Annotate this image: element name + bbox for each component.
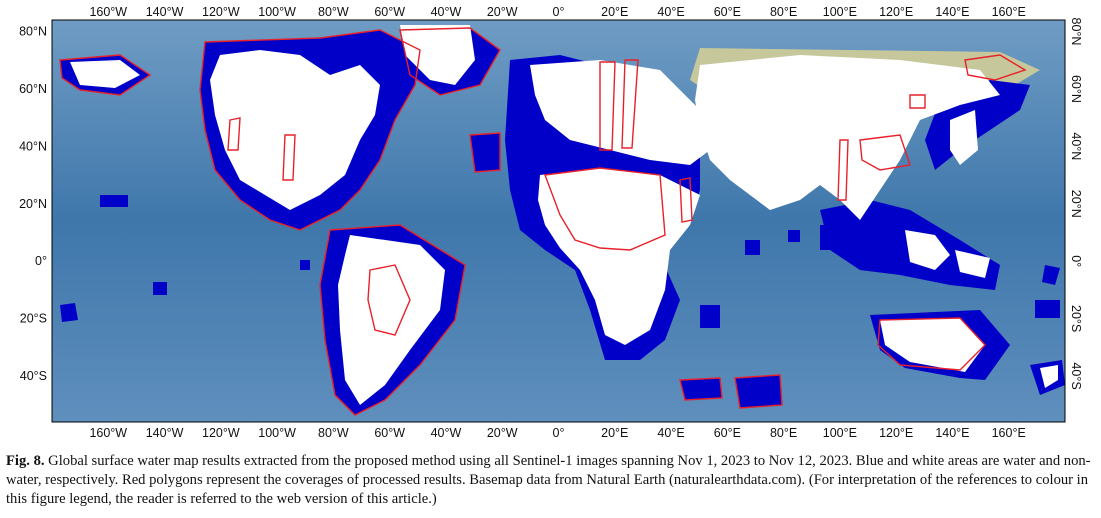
lon-tick-bottom-12: 80°E [770, 426, 797, 440]
lon-tick-bottom-11: 60°E [714, 426, 741, 440]
lat-tick-right-0: 80°N [1069, 18, 1083, 46]
lat-tick-right-2: 40°N [1069, 132, 1083, 160]
lon-tick-top-11: 60°E [714, 5, 741, 19]
lon-tick-top-7: 20°W [487, 5, 518, 19]
lon-tick-bottom-13: 100°E [823, 426, 857, 440]
lon-tick-top-5: 60°W [374, 5, 405, 19]
lat-tick-left-0: 80°N [19, 24, 47, 38]
lat-tick-left-4: 0° [35, 254, 47, 268]
lon-tick-top-8: 0° [553, 5, 565, 19]
lon-tick-bottom-7: 20°W [487, 426, 518, 440]
lat-tick-left-6: 40°S [20, 369, 47, 383]
lon-tick-bottom-10: 40°E [657, 426, 684, 440]
surface-water-map: 160°W 140°W 120°W 100°W 80°W 60°W 40°W 20°W 0° 20… [19, 5, 1083, 440]
lon-tick-bottom-5: 60°W [374, 426, 405, 440]
lon-tick-top-2: 120°W [202, 5, 240, 19]
figure-label: Fig. 8. [6, 453, 45, 469]
lon-tick-bottom-3: 100°W [258, 426, 296, 440]
lat-tick-left-3: 20°N [19, 197, 47, 211]
lat-ticks-right: 80°N 60°N 40°N 20°N 0° 20°S 40°S [1069, 18, 1083, 390]
lon-tick-bottom-14: 120°E [879, 426, 913, 440]
lon-ticks-bottom: 160°W 140°W 120°W 100°W 80°W 60°W 40°W 20°W 0° 20… [89, 426, 1025, 440]
lat-tick-right-3: 20°N [1069, 190, 1083, 218]
lon-tick-top-0: 160°W [89, 5, 127, 19]
lon-tick-top-10: 40°E [657, 5, 684, 19]
lon-tick-top-16: 160°E [992, 5, 1026, 19]
lon-tick-bottom-8: 0° [553, 426, 565, 440]
lon-tick-bottom-2: 120°W [202, 426, 240, 440]
lon-tick-top-12: 80°E [770, 5, 797, 19]
lon-tick-top-3: 100°W [258, 5, 296, 19]
lon-tick-top-4: 80°W [318, 5, 349, 19]
lon-tick-bottom-0: 160°W [89, 426, 127, 440]
lon-tick-bottom-6: 40°W [431, 426, 462, 440]
lon-tick-top-14: 120°E [879, 5, 913, 19]
lon-tick-bottom-9: 20°E [601, 426, 628, 440]
lon-tick-top-1: 140°W [146, 5, 184, 19]
lat-tick-right-6: 40°S [1069, 362, 1083, 389]
lat-tick-left-5: 20°S [20, 312, 47, 326]
lon-tick-top-6: 40°W [431, 5, 462, 19]
lon-tick-bottom-16: 160°E [992, 426, 1026, 440]
lon-tick-top-9: 20°E [601, 5, 628, 19]
lat-tick-left-1: 60°N [19, 82, 47, 96]
figure-caption: Fig. 8. Global surface water map results… [6, 452, 1096, 509]
lat-tick-right-4: 0° [1069, 255, 1083, 267]
figure-caption-text: Global surface water map results extract… [6, 453, 1091, 507]
lat-tick-left-2: 40°N [19, 139, 47, 153]
lon-tick-bottom-15: 140°E [935, 426, 969, 440]
lon-ticks-top: 160°W 140°W 120°W 100°W 80°W 60°W 40°W 20°W 0° 20… [89, 5, 1025, 19]
lat-ticks-left: 80°N 60°N 40°N 20°N 0° 20°S 40°S [19, 24, 47, 383]
lon-tick-top-15: 140°E [935, 5, 969, 19]
lon-tick-bottom-1: 140°W [146, 426, 184, 440]
lat-tick-right-5: 20°S [1069, 305, 1083, 332]
lon-tick-top-13: 100°E [823, 5, 857, 19]
lon-tick-bottom-4: 80°W [318, 426, 349, 440]
lat-tick-right-1: 60°N [1069, 75, 1083, 103]
